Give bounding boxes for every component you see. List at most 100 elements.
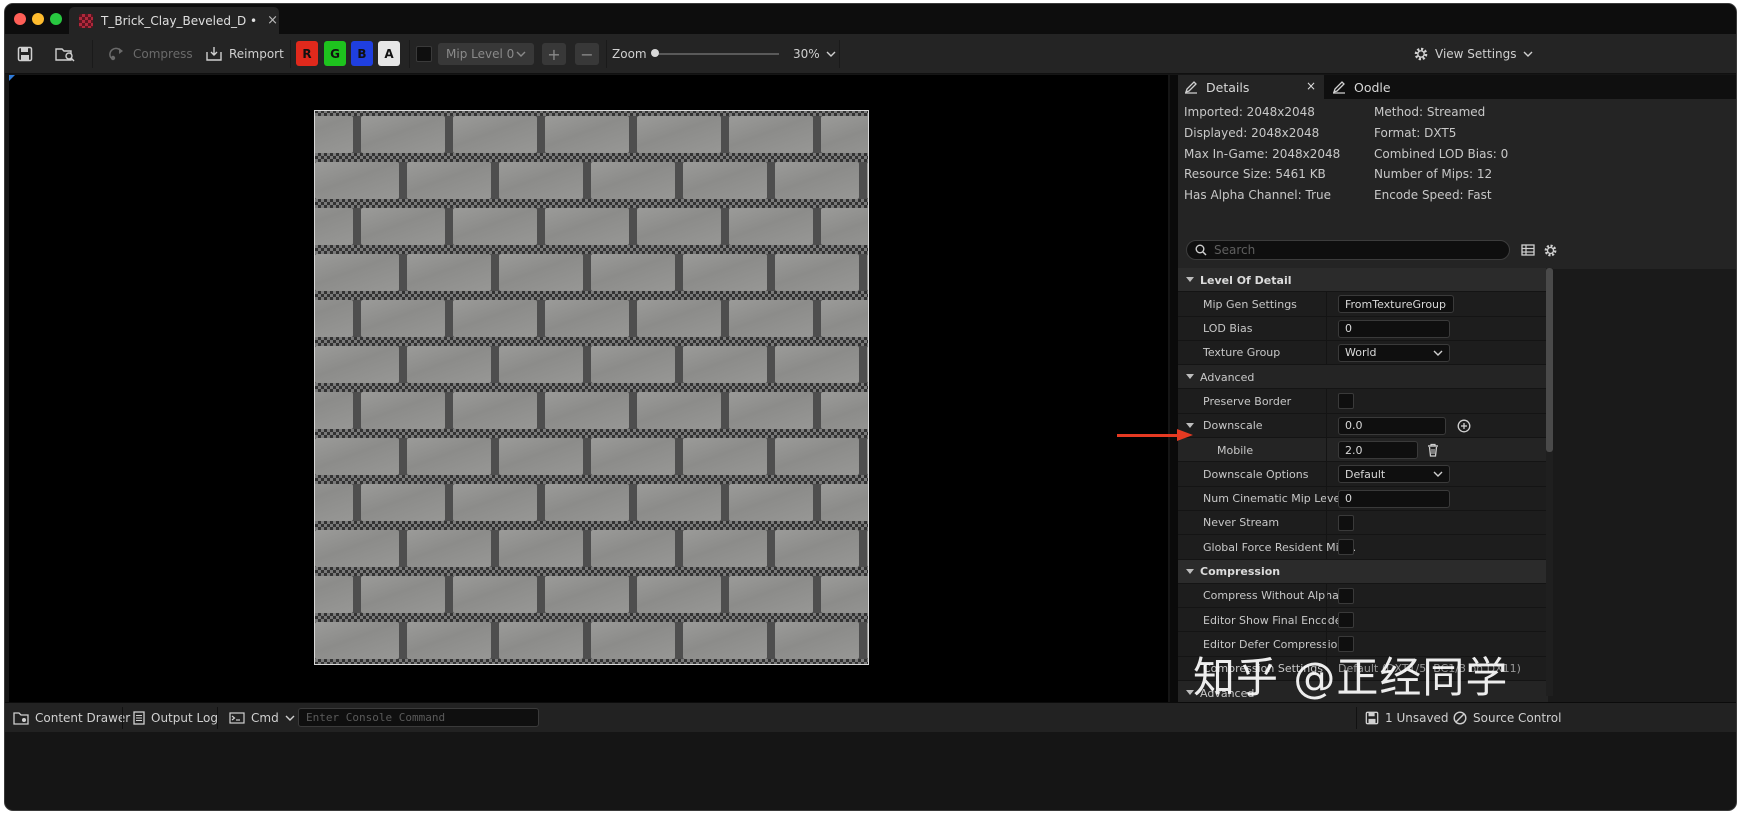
toolbar-separator [409, 40, 410, 68]
source-control-button[interactable]: Source Control [1453, 703, 1561, 733]
expand-caret-icon[interactable] [1186, 568, 1194, 574]
browse-asset-button[interactable] [55, 34, 75, 74]
tab-details[interactable]: Details × [1178, 75, 1324, 99]
downscale-input[interactable]: 0.0 [1338, 416, 1446, 435]
brick-row [315, 346, 868, 383]
cmd-dropdown[interactable]: Cmd [229, 703, 295, 733]
maximize-window-button[interactable] [50, 13, 62, 25]
dropdown-value: World [1345, 346, 1377, 360]
details-scrollbar[interactable] [1546, 268, 1553, 696]
texture-viewport[interactable] [9, 75, 1168, 702]
downscale-options-dropdown[interactable]: Default [1338, 465, 1450, 484]
info-number-of-mips: Number of Mips: 12 [1374, 167, 1493, 181]
expand-caret-icon[interactable] [1186, 277, 1194, 282]
category-compression[interactable]: Compression [1178, 559, 1548, 584]
brick-row [315, 530, 868, 567]
panel-splitter[interactable] [1170, 75, 1178, 702]
brick-row [315, 576, 868, 613]
brick [775, 162, 859, 199]
reimport-icon [206, 47, 222, 61]
dropdown-value: Default [1345, 467, 1386, 481]
watermark: 知乎 @正经同学 [1193, 653, 1509, 702]
close-window-button[interactable] [14, 13, 26, 25]
details-settings-button[interactable] [1541, 240, 1559, 260]
unsaved-button[interactable]: 1 Unsaved [1365, 703, 1449, 733]
table-view-button[interactable] [1519, 240, 1537, 260]
preserve-border-checkbox[interactable] [1338, 393, 1354, 410]
property-row-texture-group: Texture Group World [1178, 340, 1548, 366]
brick [499, 530, 583, 567]
mip-level-dropdown[interactable]: Mip Level 0 [438, 43, 534, 65]
details-search-input[interactable]: Search [1186, 240, 1510, 260]
trash-icon [1428, 443, 1438, 457]
compress-button[interactable]: Compress [109, 34, 193, 74]
never-stream-checkbox[interactable] [1338, 514, 1354, 531]
alpha-channel-toggle[interactable]: A [378, 41, 400, 66]
tab-oodle[interactable]: Oodle [1326, 75, 1426, 99]
zoom-slider[interactable] [653, 53, 779, 55]
zoom-value-dropdown[interactable]: 30% [793, 34, 836, 74]
column-separator [1326, 316, 1327, 341]
annotation-arrow [1117, 434, 1183, 437]
num-cinematic-mip-levels-input[interactable]: 0 [1338, 489, 1450, 508]
brick [453, 484, 537, 521]
folder-search-icon [55, 48, 75, 62]
info-resource-size: Resource Size: 5461 KB [1184, 167, 1326, 181]
brick [545, 300, 629, 337]
brick [545, 484, 629, 521]
category-advanced[interactable]: Advanced [1178, 365, 1548, 390]
brick [729, 116, 813, 153]
document-tab[interactable]: T_Brick_Clay_Beveled_D • × [69, 7, 279, 34]
view-settings-button[interactable]: View Settings [1413, 34, 1533, 74]
brick [407, 162, 491, 199]
property-label: Editor Show Final Encode [1203, 613, 1342, 627]
zoom-slider-handle[interactable] [651, 49, 659, 57]
brick [315, 622, 399, 659]
search-icon [1195, 244, 1207, 256]
add-element-button[interactable] [1455, 417, 1473, 435]
property-label: Compress Without Alpha [1203, 589, 1339, 603]
brick [683, 254, 767, 291]
remove-element-button[interactable] [1424, 441, 1442, 459]
content-drawer-button[interactable]: Content Drawer [13, 703, 130, 733]
output-log-button[interactable]: Output Log [133, 703, 218, 733]
expand-caret-icon[interactable] [1186, 374, 1194, 380]
global-force-resident-mip-checkbox[interactable] [1338, 539, 1354, 556]
details-scrollbar-thumb[interactable] [1546, 268, 1553, 452]
plus-circle-icon [1457, 419, 1471, 433]
category-level-of-detail[interactable]: Level Of Detail [1178, 268, 1548, 293]
brick [499, 622, 583, 659]
toolbar-separator [839, 40, 840, 68]
red-channel-toggle[interactable]: R [296, 41, 318, 66]
mortar-line [315, 521, 868, 530]
console-command-input[interactable]: Enter Console Command [298, 708, 539, 727]
save-button[interactable] [17, 34, 33, 74]
blue-channel-toggle[interactable]: B [351, 41, 373, 66]
mip-increase-button[interactable]: + [542, 43, 566, 65]
editor-show-final-encode-checkbox[interactable] [1338, 612, 1354, 629]
reimport-button[interactable]: Reimport [205, 34, 284, 74]
property-label: Downscale [1203, 419, 1263, 433]
mobile-input[interactable]: 2.0 [1338, 441, 1418, 460]
tab-details-close-button[interactable]: × [1306, 79, 1316, 93]
property-row-never-stream: Never Stream [1178, 510, 1548, 536]
column-separator [1326, 340, 1327, 365]
minimize-window-button[interactable] [32, 13, 44, 25]
category-label: Level Of Detail [1200, 273, 1292, 287]
brick-row [315, 484, 868, 521]
document-tab-close-button[interactable]: × [267, 13, 278, 28]
chevron-down-icon [1433, 471, 1443, 478]
green-channel-toggle[interactable]: G [324, 41, 346, 66]
mip-level-checkbox[interactable] [416, 46, 432, 62]
texture-group-dropdown[interactable]: World [1338, 343, 1450, 362]
property-label: Never Stream [1203, 516, 1280, 530]
brick [315, 254, 399, 291]
chevron-down-icon [1523, 51, 1533, 57]
mip-gen-settings-dropdown[interactable]: FromTextureGroup [1338, 295, 1454, 314]
expand-caret-icon[interactable] [1186, 422, 1194, 428]
brick-row [315, 300, 868, 337]
mip-decrease-button[interactable]: − [575, 43, 599, 65]
lod-bias-input[interactable]: 0 [1338, 319, 1450, 338]
compress-without-alpha-checkbox[interactable] [1338, 587, 1354, 604]
mortar-line [315, 199, 868, 208]
